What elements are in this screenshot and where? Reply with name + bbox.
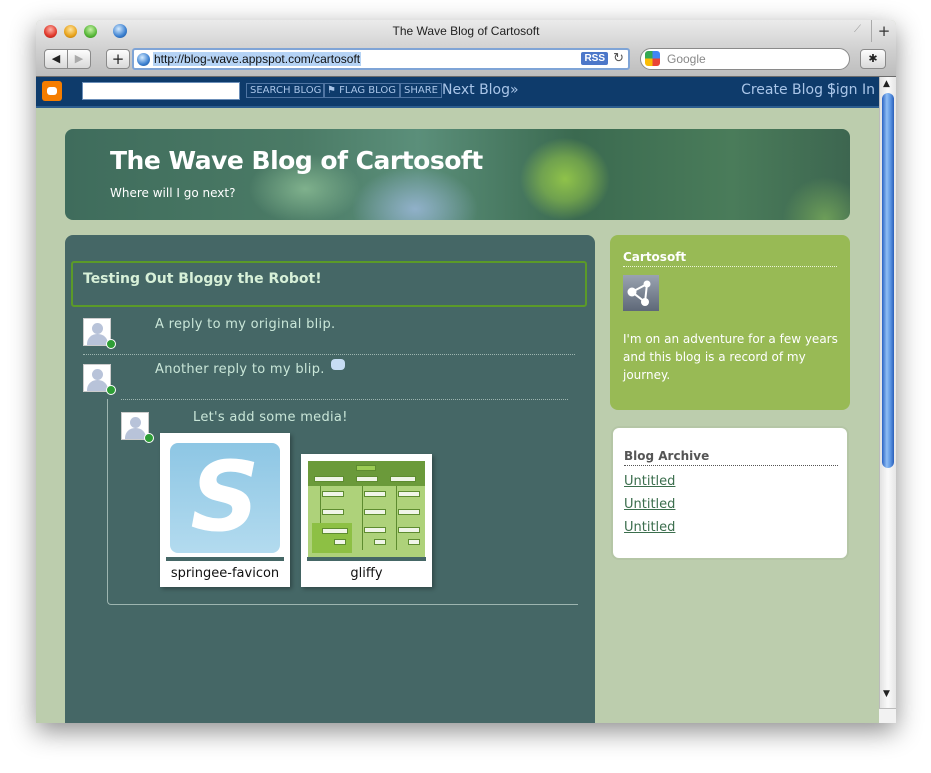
- site-globe-icon: [137, 53, 150, 66]
- blog-description: Where will I go next?: [110, 186, 236, 200]
- tab-resize-icon: ⟋: [854, 24, 861, 35]
- media-attachment[interactable]: gliffy: [301, 454, 432, 587]
- archive-link[interactable]: Untitled: [624, 474, 675, 489]
- blog-header: The Wave Blog of Cartosoft Where will I …: [65, 129, 850, 220]
- profile-heading: Cartosoft: [623, 250, 837, 267]
- online-status-icon: [106, 385, 116, 395]
- archive-link[interactable]: Untitled: [624, 497, 675, 512]
- blip-text: A reply to my original blip.: [155, 317, 336, 332]
- plus-icon: +: [111, 50, 125, 68]
- window-resize-grip[interactable]: [879, 708, 896, 723]
- blog-search-input[interactable]: [82, 82, 240, 100]
- profile-about-text: I'm on an adventure for a few years and …: [623, 332, 838, 382]
- gliffy-diagram-thumbnail: [308, 461, 425, 557]
- profile-widget: Cartosoft I'm on an adventure for a few …: [610, 235, 850, 410]
- bug-icon: ✱: [868, 52, 878, 65]
- browser-toolbar: The Wave Blog of Cartosoft ⟋ + ◀ ▶ + htt…: [36, 20, 896, 77]
- springee-favicon-image: S: [170, 443, 280, 553]
- window-title: The Wave Blog of Cartosoft: [392, 24, 540, 38]
- flag-icon: ⚑: [327, 85, 340, 96]
- blip-divider: [83, 354, 575, 355]
- media-divider: [166, 557, 284, 561]
- blogger-logo-icon[interactable]: [42, 81, 62, 101]
- blog-title[interactable]: The Wave Blog of Cartosoft: [110, 146, 483, 175]
- blip-text: Let's add some media!: [193, 410, 348, 425]
- online-status-icon: [144, 433, 154, 443]
- debug-button[interactable]: ✱: [860, 49, 886, 69]
- media-attachment[interactable]: S springee-favicon: [160, 433, 290, 587]
- share-button[interactable]: SHARE: [400, 83, 442, 98]
- rss-button[interactable]: RSS: [581, 52, 608, 65]
- share-network-icon: [627, 280, 651, 306]
- forward-button[interactable]: ▶: [67, 49, 91, 69]
- archive-link[interactable]: Untitled: [624, 520, 675, 535]
- reply-bubble-icon[interactable]: [331, 359, 345, 370]
- create-blog-link[interactable]: Create Blog: [741, 82, 823, 98]
- reload-icon[interactable]: ↻: [613, 51, 624, 66]
- search-placeholder: Google: [667, 52, 706, 66]
- archive-heading: Blog Archive: [624, 449, 838, 466]
- scroll-up-arrow-icon[interactable]: ▲: [883, 79, 890, 89]
- browser-window: The Wave Blog of Cartosoft ⟋ + ◀ ▶ + htt…: [36, 20, 896, 723]
- scroll-down-arrow-icon[interactable]: ▼: [883, 689, 890, 699]
- url-text[interactable]: http://blog-wave.appspot.com/cartosoft: [153, 52, 362, 66]
- sign-in-link[interactable]: Sign In: [827, 82, 875, 98]
- forward-arrow-icon: ▶: [74, 52, 84, 65]
- blog-archive-widget: Blog Archive Untitled Untitled Untitled: [611, 426, 849, 560]
- media-divider: [307, 557, 426, 561]
- new-tab-button[interactable]: +: [871, 20, 896, 42]
- blip-text: Another reply to my blip.: [155, 362, 325, 377]
- profile-avatar[interactable]: [623, 275, 659, 311]
- back-arrow-icon: ◀: [51, 52, 61, 65]
- vertical-scrollbar[interactable]: ▲ ▼: [879, 77, 896, 723]
- web-search-field[interactable]: Google: [640, 48, 850, 70]
- media-caption: springee-favicon: [170, 566, 280, 581]
- post-column: Testing Out Bloggy the Robot! A reply to…: [65, 235, 595, 723]
- google-icon[interactable]: [645, 51, 660, 66]
- next-blog-link[interactable]: Next Blog»: [442, 82, 519, 98]
- flag-blog-label: FLAG BLOG: [339, 85, 396, 96]
- scroll-thumb[interactable]: [882, 93, 894, 468]
- blogger-navbar: SEARCH BLOG ⚑ FLAG BLOG SHARE Next Blog»…: [36, 77, 879, 108]
- post-title: Testing Out Bloggy the Robot!: [83, 271, 322, 287]
- media-caption: gliffy: [350, 566, 383, 581]
- search-blog-button[interactable]: SEARCH BLOG: [246, 83, 326, 98]
- flag-blog-button[interactable]: ⚑ FLAG BLOG: [323, 83, 400, 98]
- add-bookmark-button[interactable]: +: [106, 49, 130, 69]
- post-root-blip: Testing Out Bloggy the Robot!: [71, 261, 587, 307]
- back-button[interactable]: ◀: [44, 49, 68, 69]
- address-bar[interactable]: http://blog-wave.appspot.com/cartosoft R…: [132, 48, 630, 70]
- online-status-icon: [106, 339, 116, 349]
